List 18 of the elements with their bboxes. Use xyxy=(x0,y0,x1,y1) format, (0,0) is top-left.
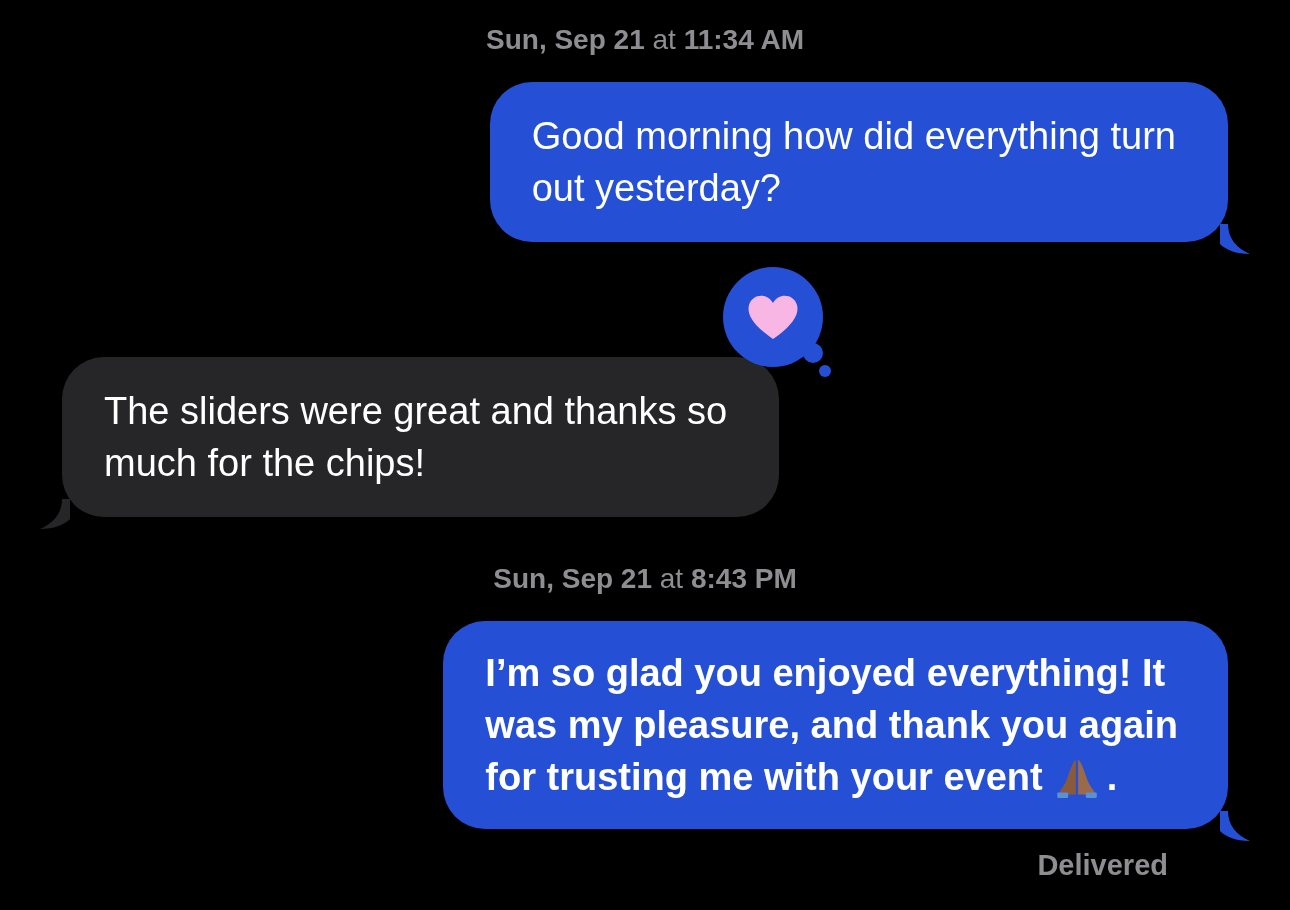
message-bubble[interactable]: I’m so glad you enjoyed everything! It was my pleasure, and thank you again for trusting me with your event . xyxy=(443,621,1228,829)
message-text: for trusting me with your event xyxy=(485,755,1043,800)
message-text: much for the chips! xyxy=(104,441,426,486)
timestamp: Sun, Sep 21 at 11:34 AM xyxy=(486,23,804,57)
heart-reaction-icon[interactable] xyxy=(721,267,832,377)
message-text: I’m so glad you enjoyed everything! It xyxy=(485,651,1166,696)
timestamp: Sun, Sep 21 at 8:43 PM xyxy=(493,562,797,596)
bubble-tail xyxy=(1220,811,1250,841)
message-text: out yesterday? xyxy=(531,166,781,211)
delivery-status: Delivered xyxy=(1037,849,1168,882)
message-text: Good morning how did everything turn xyxy=(531,114,1176,159)
message-bubble[interactable]: The sliders were great and thanks so much for the chips! xyxy=(62,357,780,517)
bubble-tail xyxy=(40,499,70,529)
message-text: The sliders were great and thanks so xyxy=(104,389,728,434)
bubble-tail xyxy=(1220,224,1250,254)
message-bubble[interactable]: Good morning how did everything turn out yesterday? xyxy=(489,82,1228,242)
message-text: . xyxy=(1106,755,1118,800)
message-text: was my pleasure, and thank you again xyxy=(485,703,1178,748)
